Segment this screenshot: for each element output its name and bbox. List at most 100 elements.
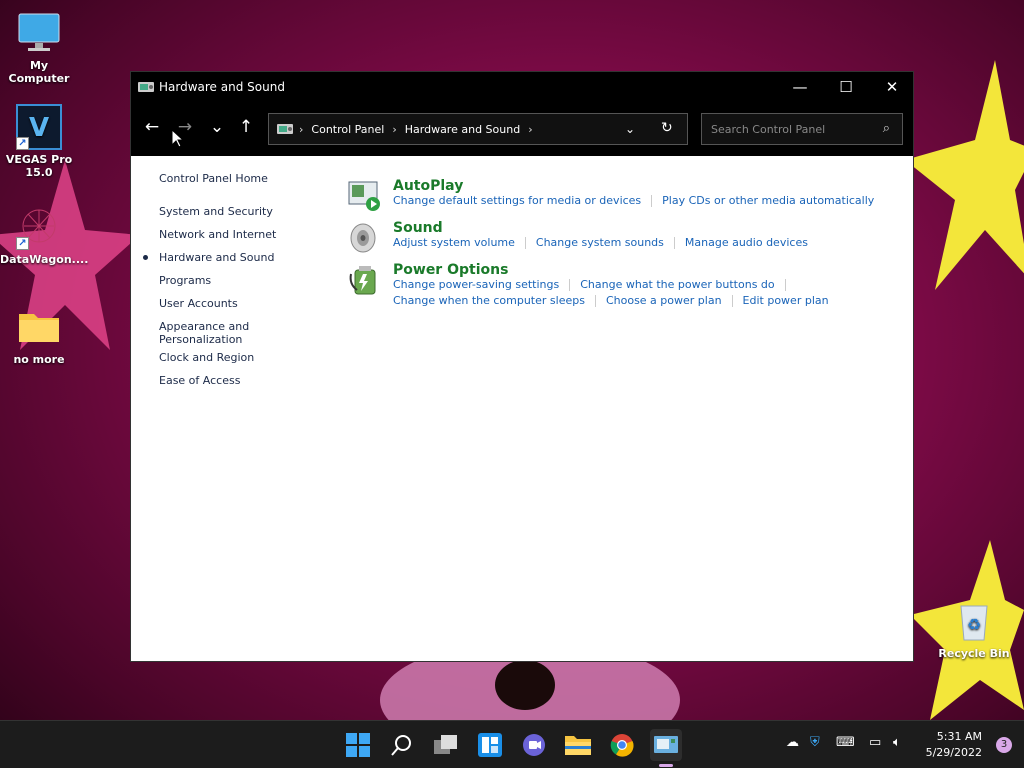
autoplay-links: Change default settings for media or dev…	[393, 194, 874, 207]
file-explorer-button[interactable]	[562, 729, 594, 761]
link-change-system-sounds[interactable]: Change system sounds	[536, 236, 664, 249]
keyboard-icon[interactable]: ⌨	[836, 735, 855, 750]
sidebar-item-system-and-security[interactable]: System and Security	[159, 205, 319, 218]
breadcrumb-separator-icon[interactable]: ›	[528, 123, 532, 136]
chat-icon	[523, 734, 545, 756]
power-options-links-row-1: Change power-saving settings Change what …	[393, 278, 796, 291]
widgets-button[interactable]	[474, 729, 506, 761]
folder-icon	[565, 736, 591, 755]
task-view-button[interactable]	[430, 729, 462, 761]
task-view-icon	[434, 735, 457, 754]
back-button[interactable]: ←	[139, 114, 165, 140]
link-manage-audio-devices[interactable]: Manage audio devices	[685, 236, 808, 249]
close-button[interactable]: ✕	[869, 72, 915, 102]
address-bar[interactable]: › Control Panel › Hardware and Sound › ⌄…	[268, 113, 688, 145]
sidebar-item-ease-of-access[interactable]: Ease of Access	[159, 374, 319, 387]
control-panel-taskbar-button[interactable]	[650, 729, 682, 761]
power-options-icon	[349, 266, 376, 295]
network-icon[interactable]: ▭	[869, 735, 881, 750]
search-box[interactable]: Search Control Panel ⌕	[701, 113, 903, 145]
windows-security-icon[interactable]: ⛨	[810, 735, 820, 750]
link-change-when-computer-sleeps[interactable]: Change when the computer sleeps	[393, 294, 585, 307]
wallpaper-star-right	[905, 60, 1024, 290]
link-play-cds-automatically[interactable]: Play CDs or other media automatically	[662, 194, 874, 207]
active-window-indicator	[659, 764, 673, 767]
clock-date: 5/29/2022	[925, 746, 982, 759]
clock[interactable]: 5:31 AM 5/29/2022	[926, 729, 982, 761]
navigation-bar: ← → ⌄ ↑ › Control Panel › Hardware and S…	[131, 102, 913, 156]
control-panel-window: Hardware and Sound — ☐ ✕ ← → ⌄ ↑ › Contr…	[130, 71, 914, 662]
recycle-bin-icon: ♻	[951, 598, 997, 644]
autoplay-title[interactable]: AutoPlay	[393, 178, 463, 194]
control-panel-icon	[138, 82, 154, 92]
clock-time: 5:31 AM	[936, 730, 982, 743]
chrome-button[interactable]	[606, 729, 638, 761]
desktop-icon-label: VEGAS Pro 15.0	[5, 153, 73, 179]
sidebar-item-appearance-and-personalization[interactable]: Appearance and Personalization	[159, 320, 269, 346]
link-change-power-buttons[interactable]: Change what the power buttons do	[580, 278, 774, 291]
window-title: Hardware and Sound	[159, 80, 285, 94]
widgets-icon	[478, 733, 502, 757]
current-section-bullet	[143, 255, 148, 260]
link-edit-power-plan[interactable]: Edit power plan	[743, 294, 829, 307]
search-icon	[391, 735, 411, 756]
search-icon[interactable]: ⌕	[883, 121, 890, 136]
up-button[interactable]: ↑	[233, 114, 259, 140]
control-panel-icon	[277, 124, 293, 134]
desktop-icon-vegas-pro[interactable]: V ↗ VEGAS Pro 15.0	[0, 104, 78, 179]
monitor-icon	[16, 10, 62, 56]
windows-logo-icon	[346, 733, 370, 757]
breadcrumb-separator-icon: ›	[299, 122, 304, 136]
power-options-links-row-2: Change when the computer sleeps Choose a …	[393, 294, 829, 307]
breadcrumb-hardware-and-sound[interactable]: Hardware and Sound	[405, 123, 520, 136]
link-change-power-saving-settings[interactable]: Change power-saving settings	[393, 278, 559, 291]
link-change-default-settings[interactable]: Change default settings for media or dev…	[393, 194, 641, 207]
minimize-button[interactable]: —	[777, 72, 823, 102]
taskbar: ☁ ⛨ ⌨ ▭ 🔈︎ 5:31 AM 5/29/2022 3	[0, 720, 1024, 768]
desktop-icon-label: DataWagon....	[0, 253, 89, 266]
title-bar[interactable]: Hardware and Sound — ☐ ✕	[131, 72, 913, 102]
desktop-icon-datawagon[interactable]: ↗ DataWagon....	[0, 204, 88, 266]
sidebar-item-network-and-internet[interactable]: Network and Internet	[159, 228, 319, 241]
shortcut-arrow-icon: ↗	[16, 237, 29, 250]
link-adjust-system-volume[interactable]: Adjust system volume	[393, 236, 515, 249]
search-button[interactable]	[386, 729, 418, 761]
content-area: Control Panel Home System and Security N…	[131, 156, 913, 661]
link-separator	[731, 295, 733, 307]
desktop-icon-my-computer[interactable]: My Computer	[0, 10, 78, 85]
volume-icon[interactable]: 🔈︎	[893, 735, 901, 750]
maximize-icon: ☐	[839, 78, 853, 96]
desktop-icon-no-more-folder[interactable]: no more	[0, 304, 78, 366]
chat-button[interactable]	[518, 729, 550, 761]
chevron-down-icon: ⌄	[209, 117, 225, 137]
sound-title[interactable]: Sound	[393, 220, 443, 236]
onedrive-icon[interactable]: ☁	[786, 735, 799, 750]
refresh-icon[interactable]: ↻	[661, 120, 673, 136]
search-input[interactable]: Search Control Panel	[711, 123, 825, 136]
close-icon: ✕	[885, 78, 899, 96]
sound-links: Adjust system volume Change system sounds…	[393, 236, 808, 249]
power-options-title[interactable]: Power Options	[393, 262, 508, 278]
notification-badge[interactable]: 3	[996, 737, 1012, 753]
autoplay-icon	[348, 181, 380, 211]
sidebar-item-control-panel-home[interactable]: Control Panel Home	[159, 172, 319, 185]
link-choose-power-plan[interactable]: Choose a power plan	[606, 294, 722, 307]
datawagon-icon: ↗	[16, 204, 62, 250]
link-separator	[673, 237, 675, 249]
maximize-button[interactable]: ☐	[823, 72, 869, 102]
link-separator	[569, 279, 571, 291]
start-button[interactable]	[342, 729, 374, 761]
wallpaper-blob	[495, 660, 555, 710]
desktop-icon-recycle-bin[interactable]: ♻ Recycle Bin	[935, 598, 1013, 660]
recent-locations-button[interactable]: ⌄	[204, 114, 230, 140]
link-separator	[651, 195, 653, 207]
sidebar-item-hardware-and-sound[interactable]: Hardware and Sound	[159, 251, 319, 264]
desktop-icon-label: no more	[13, 353, 65, 366]
breadcrumb-control-panel[interactable]: Control Panel	[311, 123, 384, 136]
link-separator	[784, 279, 786, 291]
sidebar-item-clock-and-region[interactable]: Clock and Region	[159, 351, 319, 364]
sidebar-item-programs[interactable]: Programs	[159, 274, 319, 287]
sidebar-item-user-accounts[interactable]: User Accounts	[159, 297, 319, 310]
link-separator	[524, 237, 526, 249]
address-dropdown-icon[interactable]: ⌄	[625, 122, 635, 136]
